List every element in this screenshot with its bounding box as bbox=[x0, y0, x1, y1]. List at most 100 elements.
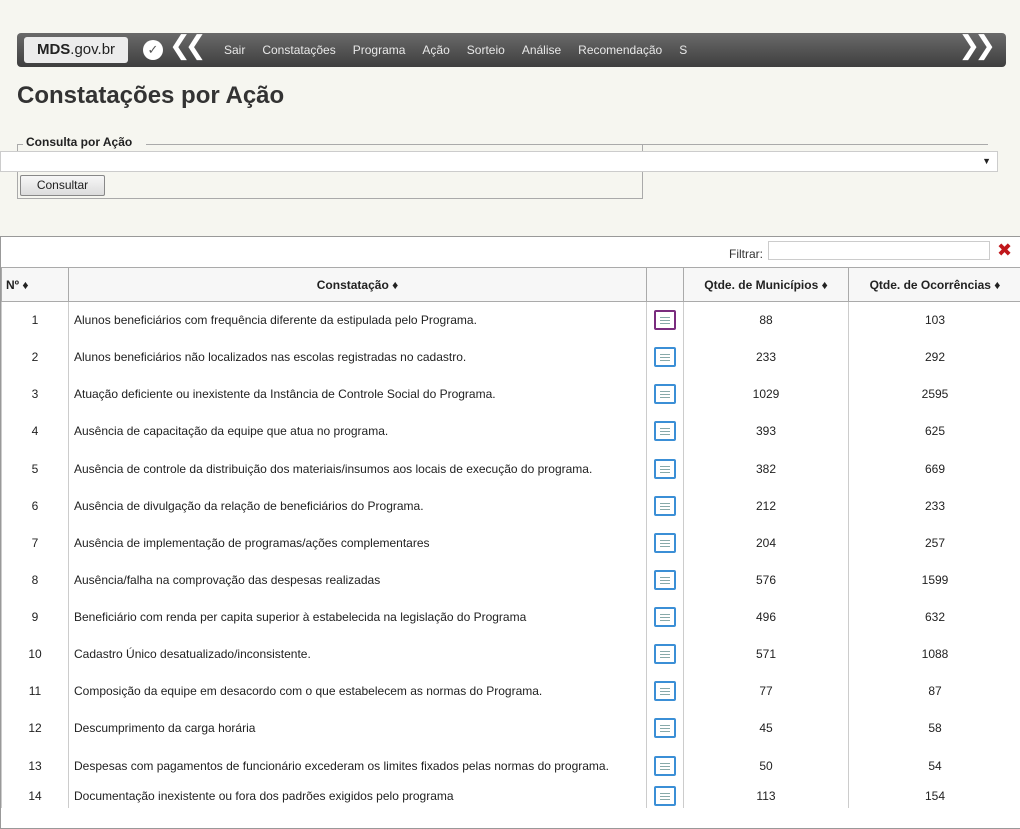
row-constatacao: Ausência/falha na comprovação das despes… bbox=[68, 561, 647, 599]
row-ocorrencias: 257 bbox=[848, 524, 1020, 562]
double-chevron-right-icon[interactable]: ❯❯ bbox=[958, 32, 995, 58]
row-municipios: 50 bbox=[683, 746, 849, 785]
brand-rest: .gov.br bbox=[70, 41, 116, 58]
document-icon[interactable] bbox=[654, 347, 676, 367]
row-number: 2 bbox=[1, 338, 69, 376]
fieldset-legend: Consulta por Ação bbox=[24, 135, 135, 149]
row-ocorrencias: 292 bbox=[848, 338, 1020, 376]
document-icon[interactable] bbox=[654, 644, 676, 664]
document-icon[interactable] bbox=[654, 421, 676, 441]
row-ocorrencias: 87 bbox=[848, 672, 1020, 710]
row-number: 3 bbox=[1, 375, 69, 413]
row-number: 4 bbox=[1, 412, 69, 450]
document-icon[interactable] bbox=[654, 496, 676, 516]
row-ocorrencias: 1088 bbox=[848, 635, 1020, 673]
col-header-ocorrencias[interactable]: Qtde. de Ocorrências ♦ bbox=[848, 267, 1020, 302]
row-number: 11 bbox=[1, 672, 69, 710]
col-header-icon bbox=[646, 267, 684, 302]
close-x-icon[interactable]: ✖ bbox=[997, 240, 1012, 261]
acao-select[interactable]: ▼ bbox=[0, 151, 998, 172]
filter-input[interactable] bbox=[768, 241, 990, 260]
row-constatacao: Ausência de implementação de programas/a… bbox=[68, 524, 647, 562]
row-ocorrencias: 154 bbox=[848, 784, 1020, 808]
row-constatacao: Descumprimento da carga horária bbox=[68, 709, 647, 747]
table-body: 1 Alunos beneficiários com frequência dif… bbox=[1, 301, 1020, 808]
document-icon[interactable] bbox=[654, 607, 676, 627]
table-row: 2 Alunos beneficiários não localizados na… bbox=[1, 338, 1020, 376]
row-constatacao: Ausência de divulgação da relação de ben… bbox=[68, 487, 647, 525]
document-icon[interactable] bbox=[654, 786, 676, 806]
nav-item-1[interactable]: Constatações bbox=[262, 33, 335, 67]
col-header-constatacao[interactable]: Constatação ♦ bbox=[68, 267, 647, 302]
consultar-button[interactable]: Consultar bbox=[20, 175, 105, 196]
table-row: 6 Ausência de divulgação da relação de be… bbox=[1, 487, 1020, 525]
row-ocorrencias: 1599 bbox=[848, 561, 1020, 599]
row-constatacao: Atuação deficiente ou inexistente da Ins… bbox=[68, 375, 647, 413]
row-details-cell bbox=[646, 746, 684, 785]
table-row: 8 Ausência/falha na comprovação das despe… bbox=[1, 561, 1020, 599]
row-details-cell bbox=[646, 301, 684, 339]
row-ocorrencias: 632 bbox=[848, 598, 1020, 636]
row-ocorrencias: 58 bbox=[848, 709, 1020, 747]
row-municipios: 571 bbox=[683, 635, 849, 673]
document-icon[interactable] bbox=[654, 718, 676, 738]
table-row: 12 Descumprimento da carga horária 45 58 bbox=[1, 709, 1020, 747]
fieldset-border-top-right bbox=[146, 144, 988, 145]
document-icon[interactable] bbox=[654, 570, 676, 590]
brand-logo[interactable]: MDS.gov.br bbox=[24, 37, 128, 63]
nav-menu: Sair Constatações Programa Ação Sorteio Análi… bbox=[224, 33, 704, 67]
table-row: 3 Atuação deficiente ou inexistente da In… bbox=[1, 375, 1020, 413]
row-number: 5 bbox=[1, 449, 69, 488]
results-table-panel: Filtrar: ✖ Nº ♦ Constatação ♦ Qtde. de M… bbox=[0, 236, 1020, 829]
row-number: 12 bbox=[1, 709, 69, 747]
caret-down-icon: ▼ bbox=[982, 156, 991, 166]
nav-item-2[interactable]: Programa bbox=[353, 33, 406, 67]
fieldset-border-bottom bbox=[17, 198, 643, 199]
document-icon[interactable] bbox=[654, 755, 676, 776]
row-number: 8 bbox=[1, 561, 69, 599]
table-row: 4 Ausência de capacitação da equipe que a… bbox=[1, 412, 1020, 450]
nav-item-5[interactable]: Análise bbox=[522, 33, 561, 67]
row-details-cell bbox=[646, 709, 684, 747]
chevron-down-circle-icon[interactable]: ✓ bbox=[143, 40, 163, 60]
table-row: 1 Alunos beneficiários com frequência dif… bbox=[1, 301, 1020, 339]
row-municipios: 113 bbox=[683, 784, 849, 808]
document-icon[interactable] bbox=[654, 533, 676, 553]
results-table: Nº ♦ Constatação ♦ Qtde. de Municípios ♦… bbox=[1, 267, 1020, 808]
row-constatacao: Composição da equipe em desacordo com o … bbox=[68, 672, 647, 710]
row-ocorrencias: 669 bbox=[848, 449, 1020, 488]
nav-item-3[interactable]: Ação bbox=[422, 33, 449, 67]
col-header-num[interactable]: Nº ♦ bbox=[1, 267, 69, 302]
table-row: 5 Ausência de controle da distribuição do… bbox=[1, 449, 1020, 488]
row-municipios: 1029 bbox=[683, 375, 849, 413]
nav-item-6[interactable]: Recomendação bbox=[578, 33, 662, 67]
row-ocorrencias: 54 bbox=[848, 746, 1020, 785]
filter-bar: Filtrar: ✖ bbox=[1, 237, 1020, 267]
filter-label: Filtrar: bbox=[729, 247, 763, 261]
row-details-cell bbox=[646, 672, 684, 710]
row-ocorrencias: 103 bbox=[848, 301, 1020, 339]
nav-item-0[interactable]: Sair bbox=[224, 33, 245, 67]
row-constatacao: Cadastro Único desatualizado/inconsisten… bbox=[68, 635, 647, 673]
document-icon[interactable] bbox=[654, 384, 676, 404]
row-details-cell bbox=[646, 449, 684, 488]
row-constatacao: Ausência de controle da distribuição dos… bbox=[68, 449, 647, 488]
row-municipios: 88 bbox=[683, 301, 849, 339]
table-row: 13 Despesas com pagamentos de funcionário… bbox=[1, 746, 1020, 785]
nav-item-7[interactable]: S bbox=[679, 33, 687, 67]
double-chevron-left-icon[interactable]: ❮❮ bbox=[169, 32, 206, 58]
row-details-cell bbox=[646, 487, 684, 525]
brand-bold: MDS bbox=[36, 41, 71, 58]
row-municipios: 204 bbox=[683, 524, 849, 562]
row-constatacao: Alunos beneficiários não localizados nas… bbox=[68, 338, 647, 376]
document-icon[interactable] bbox=[654, 681, 676, 701]
row-number: 10 bbox=[1, 635, 69, 673]
document-icon[interactable] bbox=[654, 458, 676, 479]
document-icon[interactable] bbox=[654, 310, 676, 331]
row-number: 6 bbox=[1, 487, 69, 525]
col-header-municipios[interactable]: Qtde. de Municípios ♦ bbox=[683, 267, 849, 302]
nav-item-4[interactable]: Sorteio bbox=[467, 33, 505, 67]
row-municipios: 212 bbox=[683, 487, 849, 525]
row-details-cell bbox=[646, 784, 684, 808]
row-number: 13 bbox=[1, 746, 69, 785]
